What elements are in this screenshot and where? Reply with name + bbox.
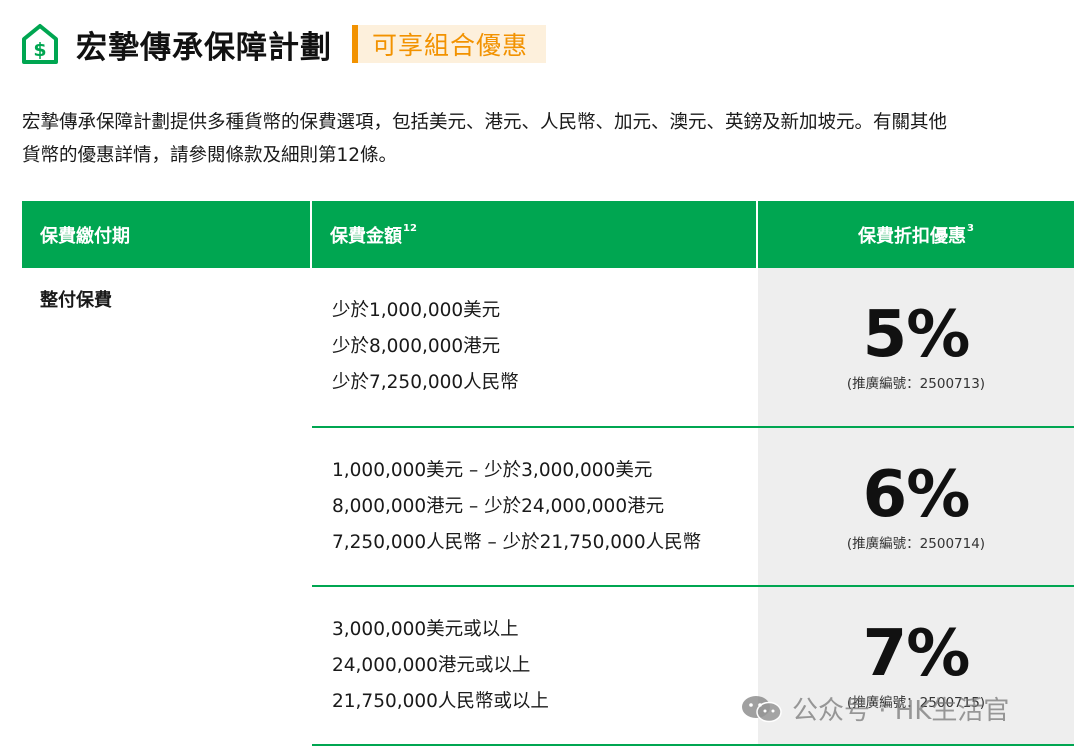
amount-line: 少於1,000,000美元 (332, 300, 501, 321)
amount-cell: 3,000,000美元或以上 24,000,000港元或以上 21,750,00… (312, 587, 758, 744)
amount-cell: 1,000,000美元 – 少於3,000,000美元 8,000,000港元 … (312, 428, 758, 585)
discount-percent: 7% (862, 616, 971, 691)
footnote-ref: 12 (403, 223, 417, 234)
table-row: 1,000,000美元 – 少於3,000,000美元 8,000,000港元 … (312, 428, 1074, 587)
promo-badge: 可享組合優惠 (352, 25, 547, 63)
discount-table: 保費繳付期 保費金額 12 保費折扣優惠 3 整付保費 少於1,000,000美元 … (22, 201, 1074, 746)
footnote-ref: 3 (967, 223, 974, 234)
wechat-icon (742, 695, 782, 722)
watermark-text: 公众号 · HK生活官 (792, 696, 1010, 726)
table-header: 保費繳付期 保費金額 12 保費折扣優惠 3 (22, 201, 1074, 268)
header-payment-term-label: 保費繳付期 (40, 225, 130, 247)
discount-cell: 5% (推廣編號：2500713) (758, 268, 1074, 426)
watermark: 公众号 · HK生活官 (740, 690, 1009, 727)
amount-line: 少於8,000,000港元 (332, 336, 501, 357)
amount-line: 24,000,000港元或以上 (332, 654, 531, 676)
page-title: 宏摯傳承保障計劃 (76, 29, 332, 66)
amount-cell: 少於1,000,000美元 少於8,000,000港元 少於7,250,000人… (312, 268, 758, 426)
amount-line: 少於7,250,000人民幣 (332, 372, 519, 393)
svg-text:$: $ (33, 39, 46, 61)
intro-line-2: 貨幣的優惠詳情，請參閱條款及細則第12條。 (22, 145, 398, 166)
intro-line-1: 宏摯傳承保障計劃提供多種貨幣的保費選項，包括美元、港元、人民幣、加元、澳元、英鎊… (22, 112, 948, 133)
discount-percent: 5% (862, 298, 971, 372)
header-discount-label: 保費折扣優惠 (858, 225, 967, 247)
payment-term-cell: 整付保費 (40, 290, 112, 311)
header-payment-term: 保費繳付期 (22, 201, 312, 268)
intro-paragraph: 宏摯傳承保障計劃提供多種貨幣的保費選項，包括美元、港元、人民幣、加元、澳元、英鎊… (22, 106, 1052, 172)
amount-line: 8,000,000港元 – 少於24,000,000港元 (332, 495, 665, 517)
table-row: 少於1,000,000美元 少於8,000,000港元 少於7,250,000人… (312, 268, 1074, 428)
page-header: $ 宏摯傳承保障計劃 可享組合優惠 (20, 18, 547, 70)
promo-code: (推廣編號：2500714) (846, 535, 986, 552)
header-amount-label: 保費金額 (330, 225, 402, 247)
header-amount: 保費金額 12 (312, 201, 758, 268)
discount-percent: 6% (862, 457, 971, 532)
amount-line: 21,750,000人民幣或以上 (332, 690, 549, 712)
header-discount: 保費折扣優惠 3 (758, 201, 1074, 268)
amount-line: 3,000,000美元或以上 (332, 618, 519, 640)
amount-line: 7,250,000人民幣 – 少於21,750,000人民幣 (332, 531, 702, 553)
amount-line: 1,000,000美元 – 少於3,000,000美元 (332, 459, 653, 481)
discount-cell: 6% (推廣編號：2500714) (758, 428, 1074, 585)
table-rows: 少於1,000,000美元 少於8,000,000港元 少於7,250,000人… (312, 268, 1074, 746)
house-dollar-icon: $ (22, 24, 58, 64)
promo-code: (推廣編號：2500713) (846, 376, 986, 392)
table-body: 整付保費 少於1,000,000美元 少於8,000,000港元 少於7,250… (22, 268, 1074, 746)
